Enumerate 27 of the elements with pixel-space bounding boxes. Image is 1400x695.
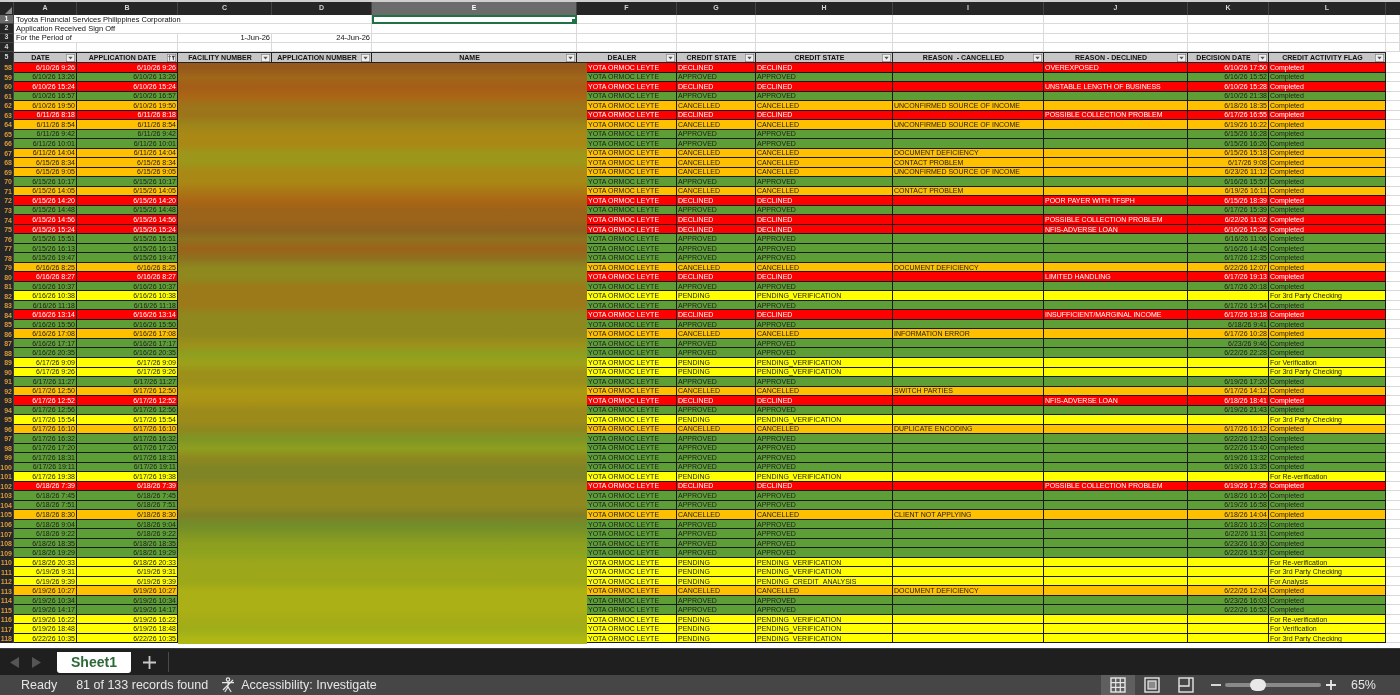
filter-dropdown-icon[interactable] — [745, 53, 754, 62]
status-mode-text: Ready — [21, 676, 58, 694]
filter-dropdown-icon[interactable] — [566, 53, 575, 62]
page-break-icon — [1177, 677, 1194, 693]
record-count-text: 81 of 133 records found — [76, 676, 209, 694]
filter-dropdown-icon[interactable] — [361, 53, 370, 62]
zoom-slider-thumb[interactable] — [1249, 679, 1266, 691]
filter-dropdown-icon[interactable] — [1177, 53, 1186, 62]
filter-dropdown-icon[interactable] — [1258, 53, 1267, 62]
zoom-percentage[interactable]: 65% — [1350, 675, 1376, 695]
filter-dropdown-icon[interactable] — [261, 53, 270, 62]
grid-view-icon — [1109, 677, 1126, 693]
accessibility-icon — [220, 677, 237, 693]
zoom-slider[interactable] — [1224, 679, 1321, 691]
accessibility-button[interactable]: Accessibility: Investigate — [220, 675, 377, 695]
filter-dropdown-icon[interactable] — [66, 53, 75, 62]
filter-dropdown-icon[interactable] — [666, 53, 675, 62]
filter-dropdown-icon[interactable] — [1375, 53, 1384, 62]
filter-dropdown-icon[interactable] — [882, 53, 891, 62]
sheet-tab[interactable]: Sheet1 — [57, 651, 131, 673]
selected-cell[interactable] — [372, 15, 577, 25]
page-layout-icon — [1143, 677, 1160, 693]
add-sheet-icon[interactable] — [143, 655, 156, 669]
filter-dropdown-icon[interactable] — [1033, 53, 1042, 62]
sort-filter-icon[interactable] — [167, 53, 176, 62]
zoom-in-icon[interactable] — [1325, 680, 1336, 690]
normal-view-button[interactable] — [1100, 675, 1135, 695]
